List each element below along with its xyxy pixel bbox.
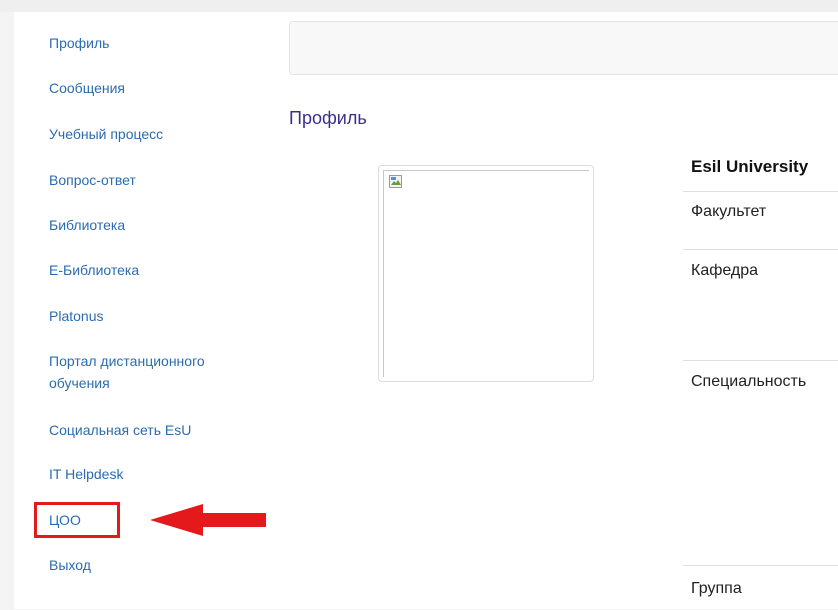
sidebar-item-library[interactable]: Библиотека xyxy=(49,214,125,236)
table-row: Группа xyxy=(683,565,838,610)
table-row: Специальность xyxy=(683,360,838,566)
sidebar-item-social-network[interactable]: Социальная сеть EsU xyxy=(49,419,191,441)
header-panel xyxy=(289,21,838,75)
annotation-highlight-box xyxy=(34,502,120,538)
sidebar-item-messages[interactable]: Сообщения xyxy=(49,77,125,99)
profile-photo-frame xyxy=(383,170,589,377)
table-row: Кафедра xyxy=(683,249,838,361)
sidebar-item-qa[interactable]: Вопрос-ответ xyxy=(49,169,136,191)
info-table: Esil University Факультет Кафедра Специа… xyxy=(683,143,838,609)
sidebar-item-distance-portal-line1: Портал дистанционного xyxy=(49,353,205,369)
top-strip xyxy=(0,0,838,12)
sidebar-item-distance-portal-line2: обучения xyxy=(49,375,110,391)
table-header-row: Esil University xyxy=(683,143,838,191)
sidebar-item-e-library[interactable]: E-Библиотека xyxy=(49,259,139,281)
faculty-label: Факультет xyxy=(691,203,767,220)
main-content: Профиль Esil University Факультет Кафедр… xyxy=(272,12,838,609)
specialty-label: Специальность xyxy=(691,373,807,390)
sidebar-item-it-helpdesk[interactable]: IT Helpdesk xyxy=(49,463,123,485)
profile-photo xyxy=(378,165,594,382)
sidebar-item-study-process[interactable]: Учебный процесс xyxy=(49,123,163,145)
sidebar-item-profile[interactable]: Профиль xyxy=(49,32,109,54)
broken-image-icon xyxy=(389,175,402,188)
page-title: Профиль xyxy=(289,108,367,128)
table-row: Факультет xyxy=(683,191,838,250)
sidebar-item-platonus[interactable]: Platonus xyxy=(49,305,103,327)
annotation-arrow-icon xyxy=(150,504,266,536)
university-name: Esil University xyxy=(691,157,809,176)
department-label: Кафедра xyxy=(691,262,759,279)
sidebar-item-logout[interactable]: Выход xyxy=(49,554,91,576)
sidebar-item-distance-portal[interactable]: Портал дистанционного обучения xyxy=(49,350,205,394)
group-label: Группа xyxy=(691,580,742,597)
